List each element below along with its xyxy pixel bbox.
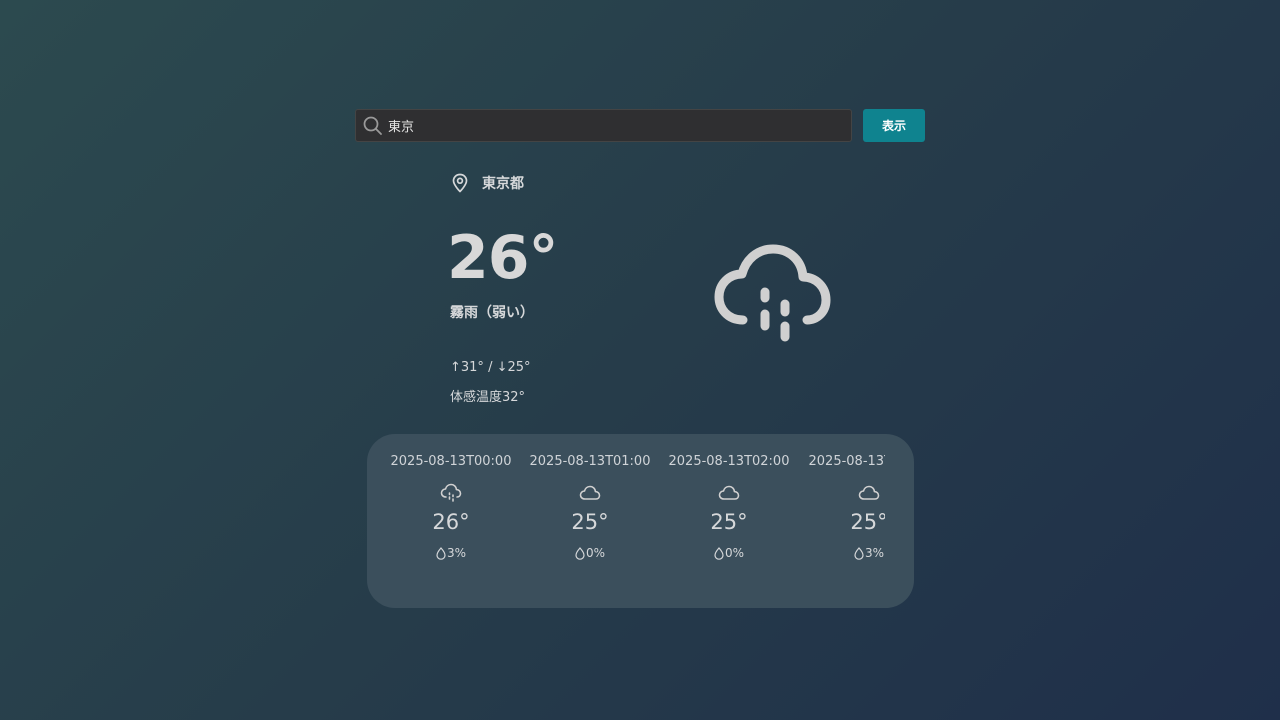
cloud-icon — [858, 483, 880, 503]
search-bar[interactable] — [355, 109, 852, 142]
hourly-precipitation: 3% — [381, 546, 521, 560]
hourly-precipitation-value: 3% — [864, 546, 885, 560]
water-drop-icon — [575, 546, 585, 560]
hourly-time: 2025-08-13T00:00 — [390, 454, 512, 469]
weather-condition: 霧雨（弱い） — [450, 305, 534, 321]
hourly-precipitation: 0% — [659, 546, 799, 560]
water-drop-icon — [714, 546, 724, 560]
min-max-temperature: ↑31° / ↓25° — [450, 360, 531, 375]
hourly-temperature: 26° — [432, 510, 470, 534]
water-drop-icon — [854, 546, 864, 560]
hourly-item: 2025-08-13T00:00 26° 3% — [381, 434, 521, 608]
location-pin-icon — [450, 173, 470, 193]
hourly-temperature: 25° — [850, 510, 885, 534]
hourly-item: 2025-08-13T02:00 25° 0% — [659, 434, 799, 608]
hourly-time: 2025-08-13T03:00 — [808, 454, 885, 469]
hourly-precipitation: 3% — [799, 546, 885, 560]
cloud-drizzle-icon — [713, 240, 833, 350]
hourly-time: 2025-08-13T02:00 — [668, 454, 790, 469]
water-drop-icon — [436, 546, 446, 560]
hourly-temperature: 25° — [710, 510, 748, 534]
hourly-forecast-track[interactable]: 2025-08-13T00:00 26° 3% 2025-08-13T01:00… — [367, 434, 885, 608]
current-temperature: 26° — [447, 223, 558, 293]
cloud-icon — [579, 483, 601, 503]
cloud-drizzle-icon — [440, 483, 462, 503]
hourly-precipitation: 0% — [520, 546, 660, 560]
hourly-item: 2025-08-13T01:00 25° 0% — [520, 434, 660, 608]
search-icon — [363, 116, 383, 136]
location: 東京都 — [450, 173, 524, 193]
hourly-forecast-panel[interactable]: 2025-08-13T00:00 26° 3% 2025-08-13T01:00… — [367, 434, 914, 608]
hourly-precipitation-value: 0% — [724, 546, 745, 560]
location-name: 東京都 — [482, 176, 524, 192]
feels-like-temperature: 体感温度32° — [450, 390, 526, 405]
hourly-time: 2025-08-13T01:00 — [529, 454, 651, 469]
search-input[interactable] — [388, 110, 851, 141]
hourly-precipitation-value: 0% — [585, 546, 606, 560]
hourly-item: 2025-08-13T03:00 25° 3% — [799, 434, 885, 608]
hourly-temperature: 25° — [571, 510, 609, 534]
show-button[interactable]: 表示 — [863, 109, 925, 142]
cloud-icon — [718, 483, 740, 503]
hourly-precipitation-value: 3% — [446, 546, 467, 560]
